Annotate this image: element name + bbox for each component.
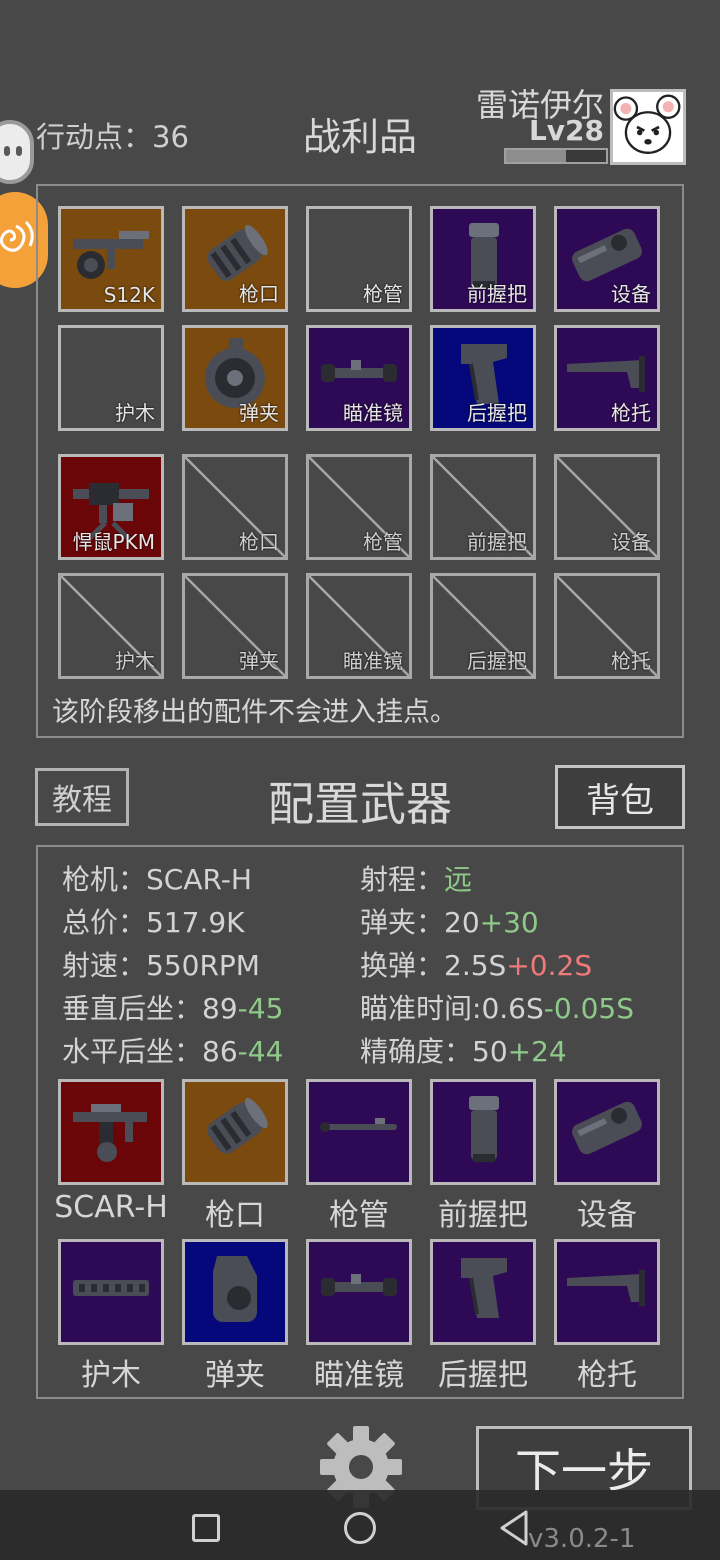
loot-slot: 枪管 [306, 454, 412, 560]
equipment-label: 弹夹 [205, 1358, 265, 1393]
loot-slot[interactable]: 弹夹 [182, 325, 288, 431]
slot-label: 护木 [115, 649, 155, 673]
equipment-label: 设备 [577, 1198, 637, 1233]
equipment-slot[interactable] [306, 1239, 412, 1345]
version-label: v3.0.2-1 [528, 1524, 636, 1554]
loot-slot: 枪托 [554, 573, 660, 679]
slot-label: 悍鼠PKM [72, 530, 155, 554]
action-points: 行动点：36 [36, 120, 189, 154]
loot-slot[interactable]: 悍鼠PKM [58, 454, 164, 560]
slot-label: 瞄准镜 [343, 401, 403, 425]
tutorial-button[interactable]: 教程 [35, 768, 129, 826]
avatar[interactable] [610, 89, 686, 165]
loot-slot[interactable]: 枪口 [182, 206, 288, 312]
handguard-icon [73, 1280, 149, 1296]
equipment-slot[interactable] [182, 1239, 288, 1345]
equipment-slot[interactable] [430, 1079, 536, 1185]
slot-label: 枪托 [611, 401, 651, 425]
eye-icon [4, 146, 10, 156]
slot-label: 后握把 [467, 649, 527, 673]
equipment-slot[interactable] [554, 1239, 660, 1345]
scope-icon [321, 1274, 397, 1296]
loot-slot[interactable]: 护木 [58, 325, 164, 431]
slot-label: 前握把 [467, 282, 527, 306]
back-icon[interactable] [496, 1508, 532, 1548]
equipment-slot[interactable] [430, 1239, 536, 1345]
foregrip-icon [469, 1096, 499, 1162]
loot-slot[interactable]: S12K [58, 206, 164, 312]
equipment-slot[interactable] [554, 1079, 660, 1185]
shotgun-icon [73, 231, 149, 279]
loot-slot[interactable]: 枪托 [554, 325, 660, 431]
loot-slot[interactable]: 设备 [554, 206, 660, 312]
slot-label: 后握把 [467, 401, 527, 425]
loot-slot: 前握把 [430, 454, 536, 560]
mouse-avatar-icon [613, 94, 681, 154]
stat-fire-rate: 射速：550RPM [62, 949, 260, 982]
config-title: 配置武器 [268, 777, 452, 831]
magazine-icon [213, 1256, 257, 1322]
loot-slot[interactable]: 后握把 [430, 325, 536, 431]
equipment-label: 前握把 [438, 1198, 528, 1233]
device-icon [572, 1101, 642, 1155]
equipment-slot[interactable] [58, 1239, 164, 1345]
slot-label: 弹夹 [239, 649, 279, 673]
slot-label: 枪口 [239, 282, 279, 306]
slot-label: 前握把 [467, 530, 527, 554]
loot-slot: 护木 [58, 573, 164, 679]
slot-label: 瞄准镜 [343, 649, 403, 673]
loot-slot: 枪口 [182, 454, 288, 560]
stat-horizontal-recoil: 水平后坐：86-44 [62, 1035, 284, 1068]
stat-vertical-recoil: 垂直后坐：89-45 [62, 992, 284, 1025]
stat-magazine: 弹夹：20+30 [360, 906, 539, 939]
eye-icon [16, 146, 22, 156]
equipment-slot[interactable] [306, 1079, 412, 1185]
equipment-label: 枪托 [577, 1358, 637, 1393]
xp-bar-fill [506, 150, 566, 162]
slot-label: 设备 [611, 530, 651, 554]
slot-label: 设备 [611, 282, 651, 306]
loot-slot: 设备 [554, 454, 660, 560]
slot-label: 枪管 [363, 282, 403, 306]
equipment-label: 后握把 [438, 1358, 528, 1393]
loot-note: 该阶段移出的配件不会进入挂点。 [52, 697, 457, 728]
loot-slot: 瞄准镜 [306, 573, 412, 679]
equipment-slot[interactable] [182, 1079, 288, 1185]
equipment-label: 枪口 [205, 1198, 265, 1233]
equipment-label: 护木 [81, 1358, 141, 1393]
loot-slot: 后握把 [430, 573, 536, 679]
slot-label: 枪口 [239, 530, 279, 554]
recent-apps-icon[interactable] [192, 1514, 220, 1542]
stat-accuracy: 精确度：50+24 [360, 1035, 567, 1068]
stat-aim-time: 瞄准时间:0.6S-0.05S [360, 992, 634, 1025]
slot-label: 枪托 [611, 649, 651, 673]
slot-label: 枪管 [363, 530, 403, 554]
barrel-icon [320, 1118, 397, 1132]
stat-reload: 换弹：2.5S+0.2S [360, 949, 593, 982]
stat-gun: 枪机：SCAR-H [62, 863, 252, 896]
chat-bubble-button[interactable] [0, 120, 34, 184]
muzzle-icon [207, 1097, 268, 1154]
rifle-icon [73, 1104, 147, 1162]
equipment-slot[interactable] [58, 1079, 164, 1185]
stat-range: 射程：远 [360, 863, 473, 896]
loot-slot[interactable]: 瞄准镜 [306, 325, 412, 431]
home-icon[interactable] [344, 1512, 376, 1544]
stat-price: 总价：517.9K [62, 906, 245, 939]
slot-label: 护木 [115, 401, 155, 425]
loot-slot: 弹夹 [182, 573, 288, 679]
equipment-label: 枪管 [329, 1198, 389, 1233]
page-title: 战利品 [302, 115, 417, 159]
backpack-button[interactable]: 背包 [555, 765, 685, 829]
loot-slot[interactable]: 前握把 [430, 206, 536, 312]
equipment-label: 瞄准镜 [314, 1358, 404, 1393]
stock-icon [567, 1270, 645, 1306]
slot-label: 弹夹 [239, 401, 279, 425]
rear-grip-icon [461, 1258, 507, 1318]
equipment-label: SCAR-H [54, 1190, 168, 1225]
loot-slot[interactable]: 枪管 [306, 206, 412, 312]
slot-label: S12K [103, 283, 155, 307]
xp-bar [504, 148, 608, 164]
player-level: Lv28 [528, 114, 604, 147]
